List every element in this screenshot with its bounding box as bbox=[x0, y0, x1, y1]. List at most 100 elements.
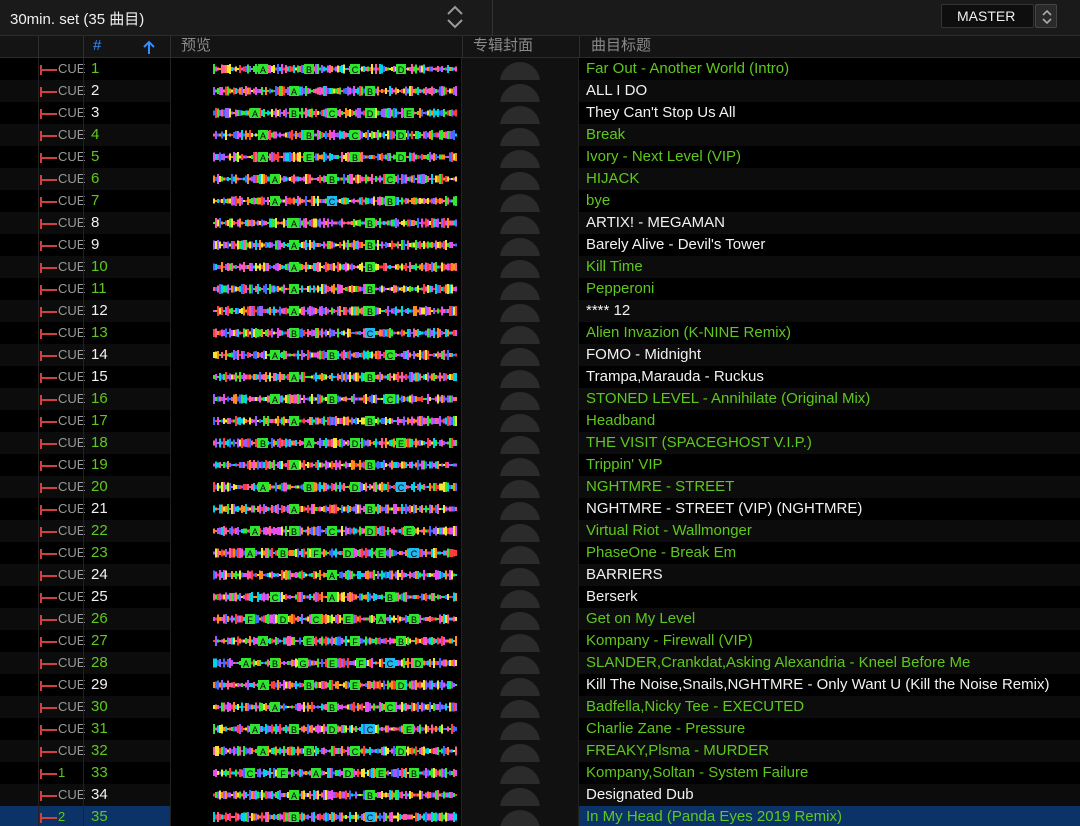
waveform-preview[interactable]: A B C bbox=[170, 388, 462, 410]
track-title: Virtual Riot - Wallmonger bbox=[586, 522, 752, 539]
waveform-preview[interactable]: ABGEFCD bbox=[170, 652, 462, 674]
track-row[interactable]: CUE 24 A BARRIERS bbox=[0, 564, 1080, 586]
waveform-preview[interactable]: A B C D E bbox=[170, 102, 462, 124]
hot-cue-label: B bbox=[306, 131, 312, 141]
waveform-preview[interactable]: AEFB bbox=[170, 630, 462, 652]
playlist-sort-toggle[interactable] bbox=[444, 3, 466, 31]
waveform-preview[interactable]: ABDC bbox=[170, 476, 462, 498]
track-row[interactable]: CUE 22 A B C D E Virtual Riot - Wallmonger bbox=[0, 520, 1080, 542]
waveform-preview[interactable]: A B C D E bbox=[170, 520, 462, 542]
track-row[interactable]: CUE 11 A B Pepperoni bbox=[0, 278, 1080, 300]
hot-cue-label: E bbox=[306, 637, 312, 647]
track-row[interactable]: CUE 5 A E B D Ivory - Next Level (VIP) bbox=[0, 146, 1080, 168]
column-number[interactable]: # bbox=[93, 36, 101, 58]
waveform-preview[interactable]: AB bbox=[170, 234, 462, 256]
waveform-preview[interactable]: BADE bbox=[170, 432, 462, 454]
track-row[interactable]: CUE 18 B A D E THE VISIT (SPACEGHOST V.I.P.) bbox=[0, 432, 1080, 454]
track-row[interactable]: CUE 26 F D C E A B Get on My Level bbox=[0, 608, 1080, 630]
waveform-preview[interactable]: A B C D bbox=[170, 58, 462, 80]
waveform-preview[interactable]: BC bbox=[170, 806, 462, 826]
track-row[interactable]: CUE 6 A B C HIJACK bbox=[0, 168, 1080, 190]
waveform-preview[interactable]: ACB bbox=[170, 190, 462, 212]
track-row[interactable]: CUE 21 A B NGHTMRE - STREET (VIP) (NGHTMRE) bbox=[0, 498, 1080, 520]
track-row[interactable]: CUE 13 B C Alien Invazion (K-NINE Remix) bbox=[0, 322, 1080, 344]
waveform-preview[interactable]: AB bbox=[170, 498, 462, 520]
column-preview[interactable]: 预览 bbox=[181, 36, 211, 58]
track-title: NGHTMRE - STREET bbox=[586, 478, 735, 495]
waveform-preview[interactable]: BC bbox=[170, 322, 462, 344]
track-row[interactable]: CUE 34 A B Designated Dub bbox=[0, 784, 1080, 806]
master-deck-spinner[interactable] bbox=[1035, 4, 1057, 28]
track-row[interactable]: CUE 12 A B **** 12 bbox=[0, 300, 1080, 322]
waveform-preview[interactable]: AB bbox=[170, 300, 462, 322]
track-row[interactable]: CUE 10 A B Kill Time bbox=[0, 256, 1080, 278]
waveform-preview[interactable]: AB bbox=[170, 212, 462, 234]
track-row[interactable]: CUE 2 A B ALL I DO bbox=[0, 80, 1080, 102]
arrow-up-icon[interactable] bbox=[142, 39, 156, 60]
album-artwork bbox=[462, 564, 579, 586]
track-row[interactable]: CUE 1 A B C D Far Out - Another World (Intro) bbox=[0, 58, 1080, 80]
waveform-preview[interactable]: CFADEB bbox=[170, 762, 462, 784]
track-title: Trampa,Marauda - Ruckus bbox=[586, 368, 764, 385]
track-row[interactable]: CUE 30 A B C Badfella,Nicky Tee - EXECUTED bbox=[0, 696, 1080, 718]
track-row[interactable]: CUE 7 A C Bbye bbox=[0, 190, 1080, 212]
cue-label: CUE bbox=[58, 413, 86, 428]
track-row[interactable]: CUE 23 A B F D E C PhaseOne - Break Em bbox=[0, 542, 1080, 564]
waveform-preview[interactable]: ABFDEC bbox=[170, 542, 462, 564]
track-row[interactable]: CUE 28 A B G E F C D SLANDER,Crankdat,Asking Alex… bbox=[0, 652, 1080, 674]
artwork-placeholder-icon bbox=[500, 392, 540, 410]
track-row[interactable]: CUE 16 A B C STONED LEVEL - Annihilate (Origi… bbox=[0, 388, 1080, 410]
column-artwork[interactable]: 专辑封面 bbox=[473, 36, 533, 58]
track-row[interactable]: CUE 8 A B ARTIX! - MEGAMAN bbox=[0, 212, 1080, 234]
track-row[interactable]: CUE 27 A E F B Kompany - Firewall (VIP) bbox=[0, 630, 1080, 652]
waveform-preview[interactable]: AB bbox=[170, 256, 462, 278]
track-row[interactable]: CUE 29 A B E D Kill The Noise,Snails,NGHTMRE -… bbox=[0, 674, 1080, 696]
track-row[interactable]: CUE 4 A B C D Break bbox=[0, 124, 1080, 146]
waveform-preview[interactable]: A B C bbox=[170, 168, 462, 190]
waveform-preview[interactable]: A B C D bbox=[170, 740, 462, 762]
waveform-preview[interactable]: A B C bbox=[170, 344, 462, 366]
track-row[interactable]: CUE 15 A B Trampa,Marauda - Ruckus bbox=[0, 366, 1080, 388]
waveform-preview[interactable]: AB bbox=[170, 454, 462, 476]
track-row[interactable]: 1 33 C F A D E B Kompany,Soltan - System Failure bbox=[0, 762, 1080, 784]
cue-indicator: 1 bbox=[38, 765, 65, 781]
waveform-icon: AB bbox=[213, 86, 457, 97]
waveform-preview[interactable]: A B C bbox=[170, 696, 462, 718]
track-row[interactable]: CUE 25 C A B Berserk bbox=[0, 586, 1080, 608]
track-row[interactable]: CUE 14 A B C FOMO - Midnight bbox=[0, 344, 1080, 366]
track-row[interactable]: CUE 32 A B C D FREAKY,Plsma - MURDER bbox=[0, 740, 1080, 762]
track-title: FOMO - Midnight bbox=[586, 346, 702, 363]
waveform-preview[interactable]: AB bbox=[170, 80, 462, 102]
master-deck-select[interactable]: MASTER bbox=[941, 4, 1034, 28]
waveform-preview[interactable]: AEBD bbox=[170, 146, 462, 168]
waveform-preview[interactable]: ABDCE bbox=[170, 718, 462, 740]
toolbar-divider bbox=[492, 0, 493, 36]
hot-cue-label: A bbox=[272, 395, 278, 405]
track-row[interactable]: CUE 9 A B Barely Alive - Devil's Tower bbox=[0, 234, 1080, 256]
cue-marker-icon bbox=[38, 658, 58, 669]
waveform-preview[interactable]: AB bbox=[170, 278, 462, 300]
waveform-preview[interactable]: FDCEAB bbox=[170, 608, 462, 630]
waveform-preview[interactable]: A bbox=[170, 564, 462, 586]
track-row[interactable]: 2 35 B C In My Head (Panda Eyes 2019 Remix) bbox=[0, 806, 1080, 826]
waveform-preview[interactable]: A B C D bbox=[170, 124, 462, 146]
track-title: Get on My Level bbox=[586, 610, 696, 627]
track-row[interactable]: CUE 19 A B Trippin' VIP bbox=[0, 454, 1080, 476]
track-row[interactable]: CUE 20 A B D C NGHTMRE - STREET bbox=[0, 476, 1080, 498]
track-number: 26 bbox=[91, 610, 108, 627]
hot-cue-label: B bbox=[367, 373, 373, 383]
column-divider bbox=[83, 58, 84, 826]
waveform-preview[interactable]: AB bbox=[170, 410, 462, 432]
album-artwork bbox=[462, 454, 579, 476]
waveform-preview[interactable]: CAB bbox=[170, 586, 462, 608]
track-row[interactable]: CUE 31 A B D C E Charlie Zane - Pressure bbox=[0, 718, 1080, 740]
waveform-preview[interactable]: AB bbox=[170, 784, 462, 806]
track-row[interactable]: CUE 3 A B C D E They Can't Stop Us All bbox=[0, 102, 1080, 124]
waveform-preview[interactable]: AB bbox=[170, 366, 462, 388]
hot-cue-label: B bbox=[411, 615, 417, 625]
hot-cue-label: B bbox=[367, 505, 373, 515]
album-artwork bbox=[462, 806, 579, 826]
track-row[interactable]: CUE 17 A B Headband bbox=[0, 410, 1080, 432]
column-title[interactable]: 曲目标题 bbox=[591, 36, 651, 58]
waveform-preview[interactable]: ABED bbox=[170, 674, 462, 696]
